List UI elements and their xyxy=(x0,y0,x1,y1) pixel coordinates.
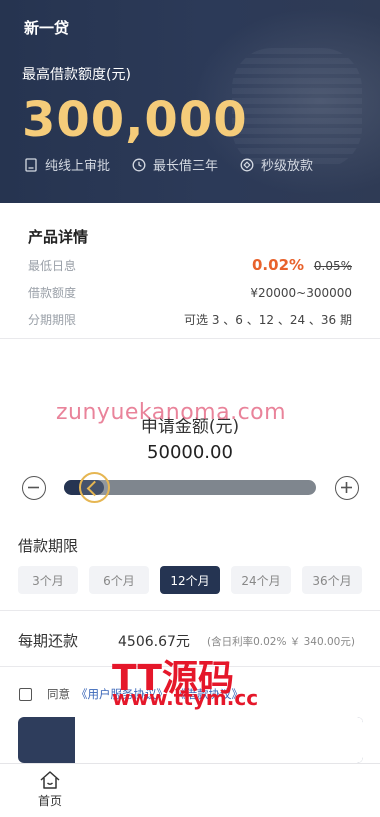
feature-list: 纯线上审批 最长借三年 秒级放款 xyxy=(24,155,335,174)
period-option[interactable]: 36个月 xyxy=(302,566,362,594)
increase-button[interactable] xyxy=(335,476,359,500)
detail-row-amount: 借款额度 ¥20000~300000 xyxy=(28,284,352,301)
agree-checkbox[interactable] xyxy=(19,687,32,701)
decrease-button[interactable] xyxy=(22,476,46,500)
product-details-title: 产品详情 xyxy=(28,228,89,246)
detail-value: 可选 3 、6 、12 、24 、36 期 xyxy=(184,313,352,327)
watermark-site: zunyuekanoma.com xyxy=(56,400,287,425)
loan-period-options: 3个月 6个月 12个月 24个月 36个月 xyxy=(18,566,373,594)
tab-home-label: 首页 xyxy=(37,794,62,808)
period-option[interactable]: 6个月 xyxy=(89,566,149,594)
detail-value: ¥20000~300000 xyxy=(250,286,352,300)
detail-row-rate: 最低日息 0.02% 0.05% xyxy=(28,256,352,274)
repayment-amount: 4506.67元 xyxy=(118,634,190,650)
tab-home[interactable]: 首页 xyxy=(30,770,70,809)
clock-icon xyxy=(132,158,146,171)
rate-original: 0.05% xyxy=(313,259,352,273)
minus-icon xyxy=(28,486,39,489)
period-option[interactable]: 3个月 xyxy=(18,566,78,594)
button-overlay xyxy=(75,717,363,763)
apply-amount-value: 50000.00 xyxy=(147,442,233,463)
repayment-note: (含日利率0.02% ￥ 340.00元) xyxy=(207,636,355,648)
period-option[interactable]: 12个月 xyxy=(160,566,220,594)
bottom-tab-bar: 首页 xyxy=(0,763,380,817)
detail-label: 最低日息 xyxy=(28,259,77,273)
repayment-label: 每期还款 xyxy=(18,632,79,650)
detail-label: 分期期限 xyxy=(28,313,77,327)
plus-icon xyxy=(341,482,352,493)
feature-label: 最长借三年 xyxy=(153,159,219,174)
agree-text: 同意 xyxy=(47,687,70,701)
diamond-icon xyxy=(240,158,254,171)
limit-amount: 300,000 xyxy=(22,92,248,148)
divider xyxy=(0,610,380,611)
app-title: 新一贷 xyxy=(24,19,70,37)
home-icon xyxy=(40,771,60,789)
period-option[interactable]: 24个月 xyxy=(231,566,291,594)
divider xyxy=(0,338,380,339)
rate-current: 0.02% xyxy=(252,256,305,274)
coins-decoration xyxy=(232,48,362,168)
slider-thumb[interactable] xyxy=(78,472,110,503)
document-icon xyxy=(25,157,37,172)
submit-button[interactable] xyxy=(18,717,363,763)
watermark-url: www.ttym.cc xyxy=(112,686,259,710)
feature-item: 纯线上审批 xyxy=(24,155,110,174)
detail-label: 借款额度 xyxy=(28,286,77,300)
loan-period-title: 借款期限 xyxy=(18,537,79,555)
feature-label: 纯线上审批 xyxy=(45,159,111,174)
limit-label: 最高借款额度(元) xyxy=(22,67,131,83)
feature-label: 秒级放款 xyxy=(261,159,314,174)
rate-values: 0.02% 0.05% xyxy=(252,256,352,274)
feature-item: 秒级放款 xyxy=(240,155,313,174)
feature-item: 最长借三年 xyxy=(132,155,218,174)
header-banner: 新一贷 最高借款额度(元) 300,000 纯线上审批 最长借三年 秒级放款 xyxy=(0,0,380,203)
detail-row-term: 分期期限 可选 3 、6 、12 、24 、36 期 xyxy=(28,311,352,328)
